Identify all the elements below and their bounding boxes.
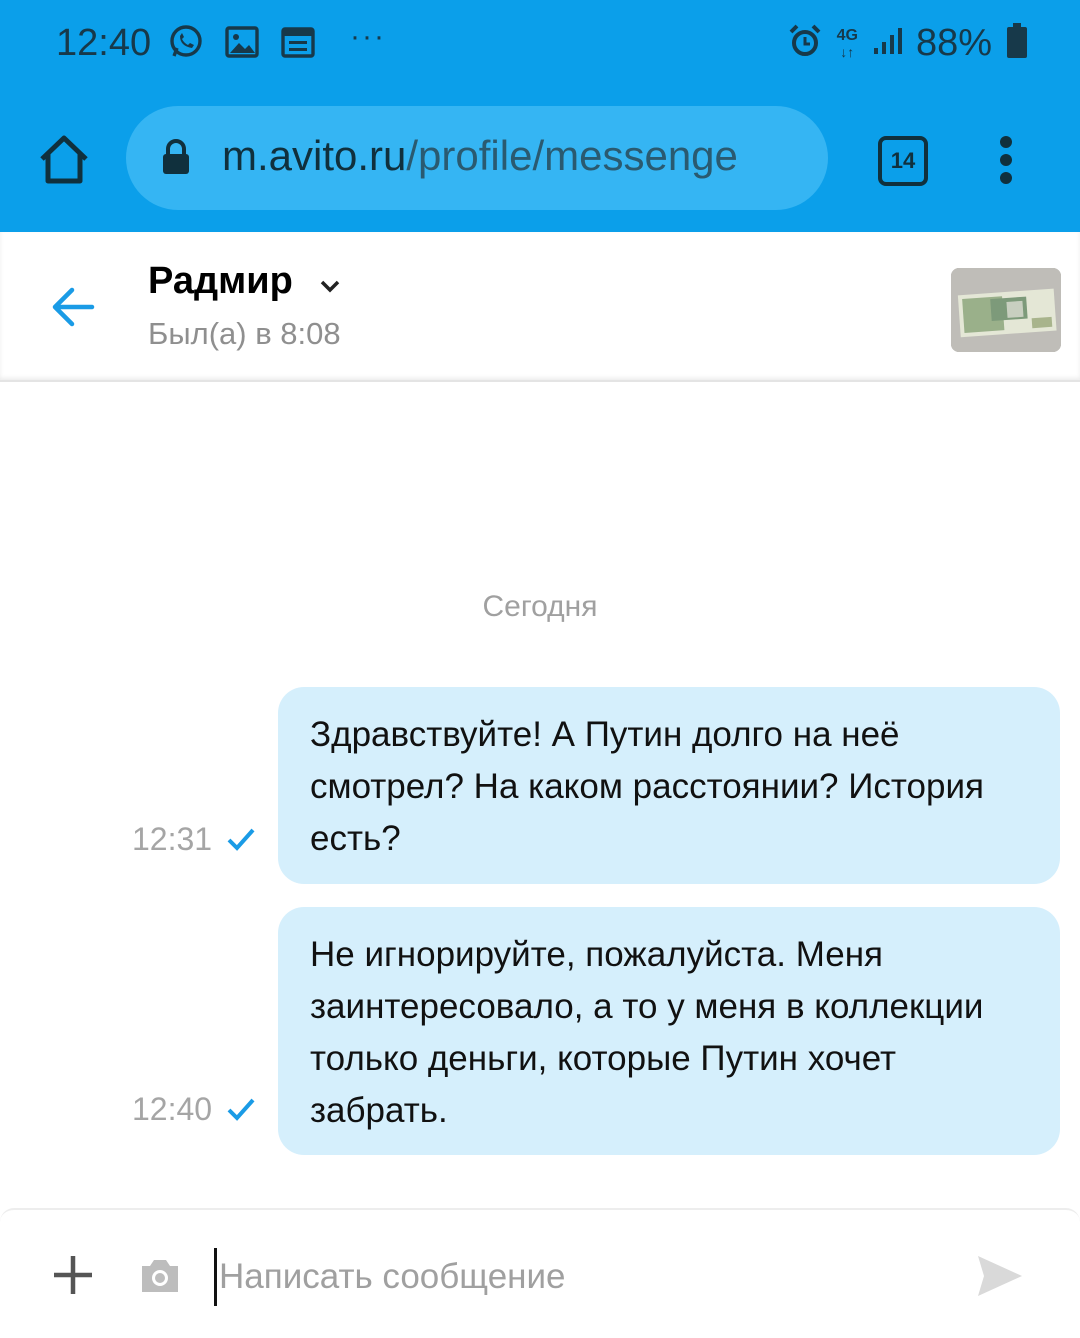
camera-icon (142, 1260, 178, 1292)
status-right: 4G ↓↑ 88% (787, 22, 1028, 65)
message-input[interactable] (214, 1248, 941, 1306)
home-icon (40, 135, 88, 184)
image-icon (224, 24, 260, 60)
chevron-down-icon[interactable] (318, 278, 342, 296)
date-separator: Сегодня (482, 590, 598, 623)
checkmark-icon (227, 1098, 255, 1121)
status-bar: 12:40 ··· 4G ↓↑ 88% (0, 0, 1080, 92)
camera-button[interactable] (138, 1258, 182, 1294)
address-bar[interactable]: m.avito.ru/profile/messenge (126, 106, 828, 210)
contact-name[interactable]: Радмир (148, 260, 293, 303)
back-arrow-icon (52, 287, 95, 327)
chat-header: Радмир Был(а) в 8:08 (0, 232, 1080, 382)
tab-switcher-button[interactable]: 14 (878, 136, 928, 186)
message-bubble[interactable]: Здравствуйте! А Путин долго на неё смотр… (278, 687, 1060, 884)
url-text: m.avito.ru/profile/messenge (222, 132, 738, 179)
calendar-icon (280, 24, 316, 60)
home-button[interactable] (36, 132, 92, 188)
last-seen-status: Был(а) в 8:08 (148, 316, 341, 351)
send-button[interactable] (976, 1254, 1024, 1298)
more-dots-icon: ··· (350, 20, 386, 53)
battery-icon (1006, 23, 1028, 64)
signal-icon (872, 26, 902, 61)
message-time: 12:31 (132, 821, 213, 857)
message-composer (0, 1208, 1080, 1338)
checkmark-icon (227, 828, 255, 851)
message-time: 12:40 (132, 1091, 213, 1127)
lock-icon (163, 139, 189, 174)
banknote-image (951, 268, 1061, 352)
message-text: Здравствуйте! А Путин долго на неё смотр… (310, 715, 984, 858)
browser-toolbar: m.avito.ru/profile/messenge 14 (0, 92, 1080, 232)
message-text: Не игнорируйте, пожалуйста. Меня заинтер… (310, 935, 984, 1130)
overflow-menu-icon (1000, 136, 1012, 148)
send-icon (978, 1256, 1022, 1296)
status-time: 12:40 (56, 22, 152, 64)
listing-thumbnail[interactable] (951, 268, 1061, 352)
attach-button[interactable] (52, 1254, 94, 1296)
notification-icons: ··· (168, 20, 386, 60)
browser-menu-button[interactable] (996, 136, 1016, 184)
back-button[interactable] (48, 282, 98, 332)
network-type-icon: 4G ↓↑ (836, 26, 858, 60)
plus-icon (54, 1256, 92, 1294)
whatsapp-icon (168, 24, 204, 60)
battery-percent: 88% (915, 22, 992, 64)
message-bubble[interactable]: Не игнорируйте, пожалуйста. Меня заинтер… (278, 907, 1060, 1155)
alarm-icon (787, 23, 823, 64)
